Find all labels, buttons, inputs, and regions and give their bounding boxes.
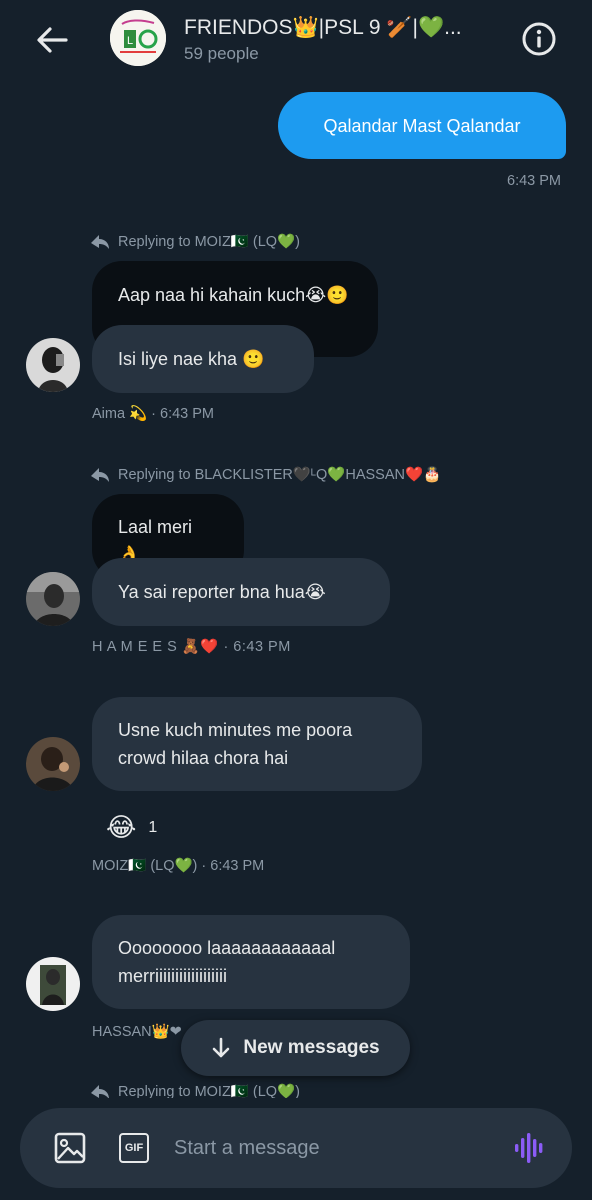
avatar-photo-icon — [26, 737, 80, 791]
replying-to-line: Replying to BLACKLISTER🖤ᴸQ💚HASSAN❤️🎂 — [90, 465, 441, 483]
received-message-bubble[interactable]: Oooooooo laaaaaaaaaaaal merriiiiiiiiiiii… — [92, 915, 410, 1009]
voice-wave-icon[interactable] — [510, 1128, 550, 1168]
svg-text:L: L — [127, 35, 133, 47]
new-messages-label: New messages — [243, 1037, 380, 1058]
message-text: Isi liye nae kha 🙂 — [118, 349, 265, 369]
reply-arrow-icon — [91, 235, 109, 249]
message-composer: GIF — [20, 1108, 572, 1188]
laughing-emoji-icon: 😂 — [106, 812, 137, 842]
gif-button[interactable]: GIF — [114, 1128, 154, 1168]
avatar-photo-icon — [26, 957, 80, 1011]
gif-label: GIF — [119, 1133, 149, 1163]
reply-arrow-icon — [91, 468, 109, 482]
message-sender-time: MOIZ🇵🇰 (LQ💚) · 6:43 PM — [92, 858, 265, 874]
message-text-line: Oooooooo laaaaaaaaaaaal — [118, 938, 336, 958]
message-sender-time: Aima 💫 · 6:43 PM — [92, 406, 215, 422]
reaction-count: 1 — [148, 818, 158, 836]
message-text-line: crowd hilaa chora hai — [118, 748, 289, 768]
received-message-bubble[interactable]: Isi liye nae kha 🙂 — [92, 325, 314, 393]
arrow-left-icon[interactable] — [32, 20, 72, 60]
info-circle-icon[interactable] — [518, 18, 560, 60]
received-message-bubble[interactable]: Ya sai reporter bna hua😭 — [92, 558, 390, 626]
message-reaction[interactable]: 😂 1 — [106, 812, 157, 843]
avatar-photo-icon — [26, 338, 80, 392]
message-text-line: Usne kuch minutes me poora — [118, 720, 353, 740]
conversation-title[interactable]: FRIENDOS👑|PSL 9 🏏|💚... — [184, 16, 494, 40]
message-sender-time: HASSAN👑❤ — [92, 1024, 182, 1040]
message-input[interactable] — [174, 1130, 494, 1166]
member-count[interactable]: 59 people — [184, 44, 259, 64]
replying-to-text: Replying to MOIZ🇵🇰 (LQ💚) — [118, 233, 300, 250]
conversation-header: L FRIENDOS👑|PSL 9 🏏|💚... 59 people — [0, 0, 592, 78]
received-message-bubble[interactable]: Usne kuch minutes me poora crowd hilaa c… — [92, 697, 422, 791]
group-avatar[interactable]: L — [110, 10, 166, 66]
arrow-down-icon — [213, 1037, 230, 1058]
replying-to-line: Replying to MOIZ🇵🇰 (LQ💚) — [90, 1082, 300, 1098]
reply-arrow-icon — [91, 1085, 109, 1098]
replying-to-text: Replying to BLACKLISTER🖤ᴸQ💚HASSAN❤️🎂 — [118, 466, 442, 483]
avatar-photo-icon — [26, 572, 80, 626]
partial-message-area: Replying to MOIZ🇵🇰 (LQ💚) — [0, 1078, 592, 1098]
message-timestamp: 6:43 PM — [507, 173, 561, 189]
new-messages-button[interactable]: New messages — [181, 1020, 410, 1076]
image-icon[interactable] — [50, 1128, 90, 1168]
avatar[interactable] — [26, 338, 80, 392]
message-text: Qalandar Mast Qalandar — [323, 115, 521, 136]
message-text-line: merriiiiiiiiiiiiiiiiii — [118, 966, 227, 986]
avatar[interactable] — [26, 572, 80, 626]
avatar[interactable] — [26, 957, 80, 1011]
avatar[interactable] — [26, 737, 80, 791]
group-logo-image: L — [110, 10, 166, 66]
quoted-text: Aap naa hi kahain kuch😭🙂 — [118, 285, 349, 305]
sent-message-bubble[interactable]: Qalandar Mast Qalandar — [278, 92, 566, 159]
replying-to-text: Replying to MOIZ🇵🇰 (LQ💚) — [118, 1083, 300, 1099]
message-text: Ya sai reporter bna hua😭 — [118, 582, 326, 602]
message-sender-time: H A M E E S 🧸❤️ · 6:43 PM — [92, 639, 291, 655]
replying-to-line: Replying to MOIZ🇵🇰 (LQ💚) — [90, 232, 300, 250]
